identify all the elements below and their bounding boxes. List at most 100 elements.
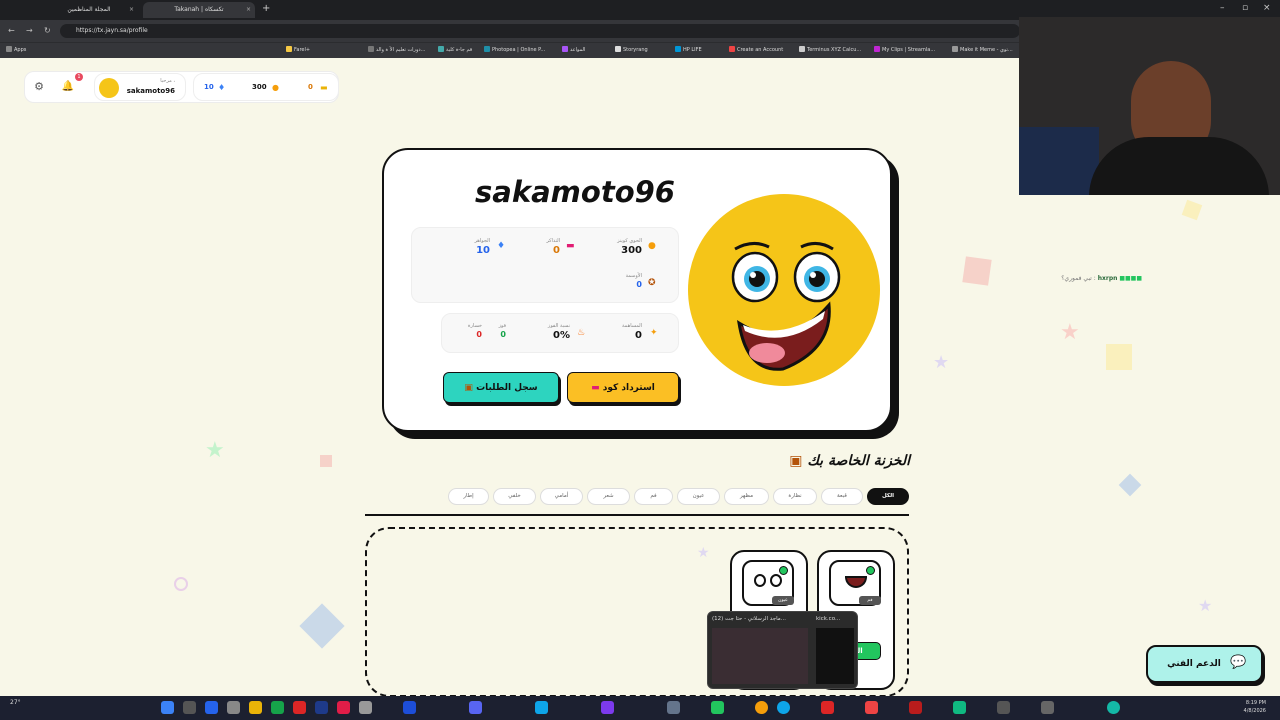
app-icon[interactable] [821,701,834,714]
support-button[interactable]: الدعم الفني 💬 [1146,645,1263,683]
username-text: sakamoto96 [126,87,175,95]
bookmark-item[interactable]: دورات تعليم الأ ة والذ... [368,46,425,53]
search-icon[interactable] [183,701,196,714]
maximize-icon[interactable]: ▫ [1242,3,1248,13]
avatar-face-icon [688,194,880,386]
chat-badges-icon: ■■■■ [1119,275,1142,282]
decor-star: ★ [1060,320,1080,345]
filter-tab-glasses[interactable]: نظارة [773,488,817,505]
bookmark-item[interactable]: HP LIFE [675,46,702,53]
explorer-icon[interactable] [249,701,262,714]
app-icon[interactable] [997,701,1010,714]
chat-username: hxrpn [1097,275,1118,282]
stats-panel: ● الحوي كوينز 300 ▬ التذاكر 0 ♦ الجواهر … [411,227,679,303]
bookmark-item[interactable]: My Clips | Streamla... [874,46,935,53]
filter-tab-all[interactable]: الكل [867,488,909,505]
filter-tab-frame[interactable]: إطار [448,488,489,505]
app-icon[interactable] [293,701,306,714]
brave-icon[interactable] [865,701,878,714]
stream-chat-message: تبي فموري؟ : hxrpn ■■■■ [1061,275,1142,282]
app-icon[interactable] [909,701,922,714]
copilot-icon[interactable] [205,701,218,714]
item-tag: فم [859,596,881,605]
app-icon[interactable] [337,701,350,714]
back-icon[interactable]: ← [8,26,15,35]
equipped-indicator [866,566,875,575]
filter-tab-hat[interactable]: قبعة [821,488,863,505]
edge-icon[interactable] [777,701,790,714]
item-preview: عيون [742,560,794,606]
app-icon[interactable] [601,701,614,714]
bookmark-item[interactable]: Make it Meme - توي... [952,46,1013,53]
preview-title: (12) ماجد الرسلاني - حتا جت... [712,616,786,622]
url-input[interactable]: https://tx.jayn.sa/profile [60,24,1020,38]
browser-tab[interactable]: المجلة المناظمين × [40,2,138,18]
bookmark-item[interactable]: Create an Account [729,46,783,53]
decor-diamond [299,603,345,649]
section-divider [365,514,909,516]
app-icon[interactable] [667,701,680,714]
item-tag: عيون [772,596,794,605]
taskbar-window-preview[interactable]: (12) ماجد الرسلاني - حتا جت... kick.co..… [707,611,858,689]
app-icon[interactable] [953,701,966,714]
bookmark-item[interactable]: Farel+ [286,46,310,53]
tickets-value: 0 [308,83,313,91]
reload-icon[interactable]: ↻ [44,26,51,35]
gems-value: 10 [476,245,490,256]
filter-tab-skin[interactable]: مظهر [724,488,769,505]
browser-tab-active[interactable]: Takanah | تكسكاه × [143,2,255,18]
steam-icon[interactable] [315,701,328,714]
discord-icon[interactable] [469,701,482,714]
forward-icon[interactable]: → [26,26,33,35]
system-clock[interactable]: 8:19 PM 4/8/2026 [1244,699,1266,715]
bookmark-item[interactable]: قم جا-ة كلية [438,46,472,53]
coin-icon: ● [648,241,656,251]
chrome-icon[interactable] [755,701,768,714]
app-icon[interactable] [359,701,372,714]
gems-label: الجواهر [474,238,490,244]
inventory-title: ▣ الخزنة الخاصة بك [789,453,910,469]
decor-diamond [1118,473,1142,497]
app-icon[interactable] [1107,701,1120,714]
filter-tab-front[interactable]: أمامي [540,488,583,505]
losses-value: 0 [476,330,482,339]
decor-star: ★ [205,438,225,463]
item-preview: فم [829,560,881,606]
bookmark-item[interactable]: Photopea | Online P... [484,46,545,53]
coins-value: 300 [621,245,642,256]
taskview-icon[interactable] [227,701,240,714]
app-icon[interactable] [271,701,284,714]
filter-tab-back[interactable]: خلفي [493,488,536,505]
redeem-code-button[interactable]: ▬ استرداد كود [567,372,679,403]
tickets-label: التذاكر [546,238,560,244]
filter-tab-mouth[interactable]: فم [634,488,673,505]
contribution-label: المساهمة [622,323,642,329]
minimize-icon[interactable]: – [1220,3,1225,13]
app-icon[interactable] [535,701,548,714]
wallet-summary: 10 ♦ 300 ● 0 ▬ [193,73,339,101]
app-icon[interactable] [711,701,724,714]
close-tab-icon[interactable]: × [246,2,251,18]
user-menu[interactable]: مرحبا ، sakamoto96 [94,73,186,101]
close-tab-icon[interactable]: × [129,2,134,18]
filter-tab-hair[interactable]: شعر [587,488,630,505]
ticket-icon: ▬ [566,241,575,251]
app-icon[interactable] [1041,701,1054,714]
monitor-image [1019,127,1099,195]
close-window-icon[interactable]: × [1263,3,1271,13]
new-tab-icon[interactable]: + [262,3,270,14]
app-icon[interactable] [403,701,416,714]
bookmark-item[interactable]: المواعد [562,46,585,53]
gem-icon: ♦ [497,241,506,251]
order-history-button[interactable]: ▣ سجل الطلبات [443,372,559,403]
bell-icon[interactable]: 🔔 [59,78,77,96]
bookmark-item[interactable]: Storyrang [615,46,648,53]
avatar [99,78,119,98]
gear-icon[interactable]: ⚙ [30,78,48,96]
bookmark-item[interactable]: Terminus XYZ Calcu... [799,46,861,53]
filter-tab-eyes[interactable]: عيون [677,488,720,505]
medal-icon: ✪ [648,278,656,288]
bookmark-item[interactable]: Apps [6,46,26,53]
start-icon[interactable] [161,701,174,714]
weather-widget[interactable]: 27° [10,699,21,706]
